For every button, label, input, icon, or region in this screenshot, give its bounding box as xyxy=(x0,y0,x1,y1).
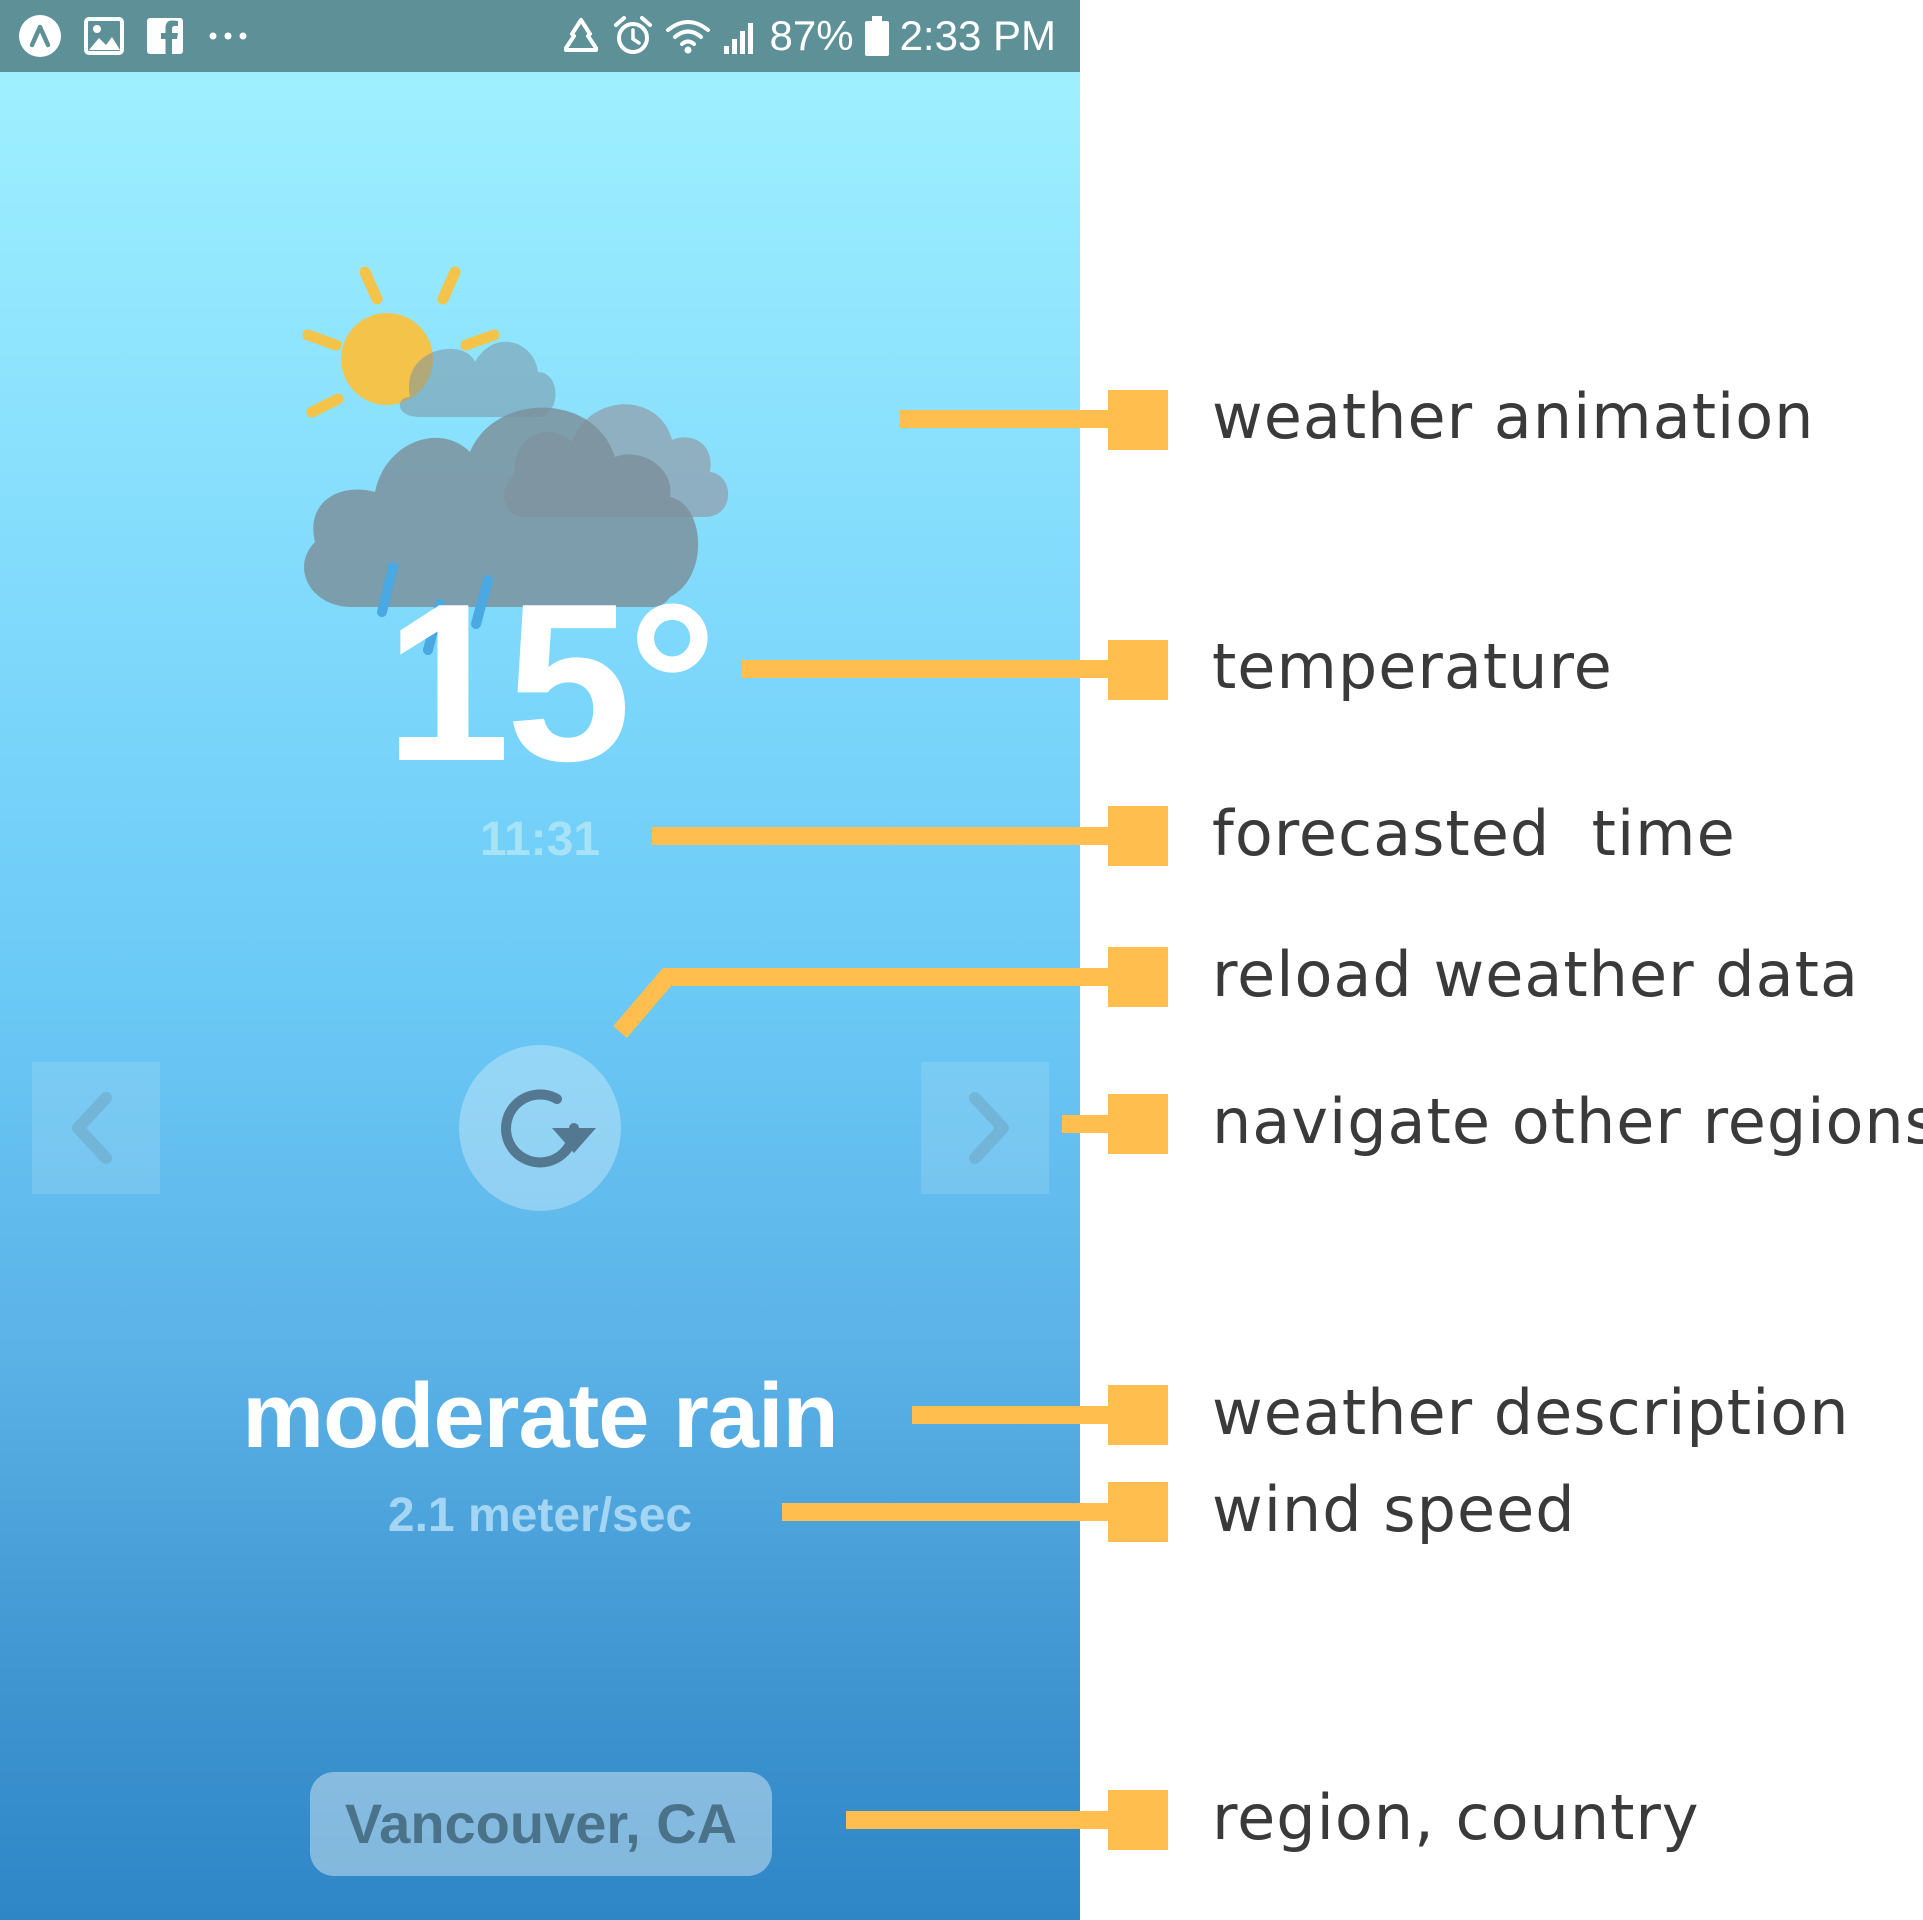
callout-weather-animation xyxy=(900,390,1168,450)
callout-reload xyxy=(613,947,1168,1038)
label-wind-speed: wind speed xyxy=(1212,1473,1576,1546)
callout-wind-speed xyxy=(782,1482,1168,1542)
label-temperature: temperature xyxy=(1212,630,1613,703)
callout-temperature xyxy=(742,640,1168,700)
label-description: weather description xyxy=(1212,1376,1850,1449)
label-region: region, country xyxy=(1212,1781,1700,1854)
label-weather-animation: weather animation xyxy=(1212,380,1815,453)
label-reload: reload weather data xyxy=(1212,938,1859,1011)
callout-region xyxy=(846,1790,1168,1850)
callout-description xyxy=(912,1385,1168,1445)
label-navigate: navigate other regions xyxy=(1212,1085,1923,1158)
callout-forecasted-time xyxy=(652,806,1168,866)
callout-navigate xyxy=(1062,1094,1168,1154)
label-forecasted-time: forecasted time xyxy=(1212,797,1736,870)
